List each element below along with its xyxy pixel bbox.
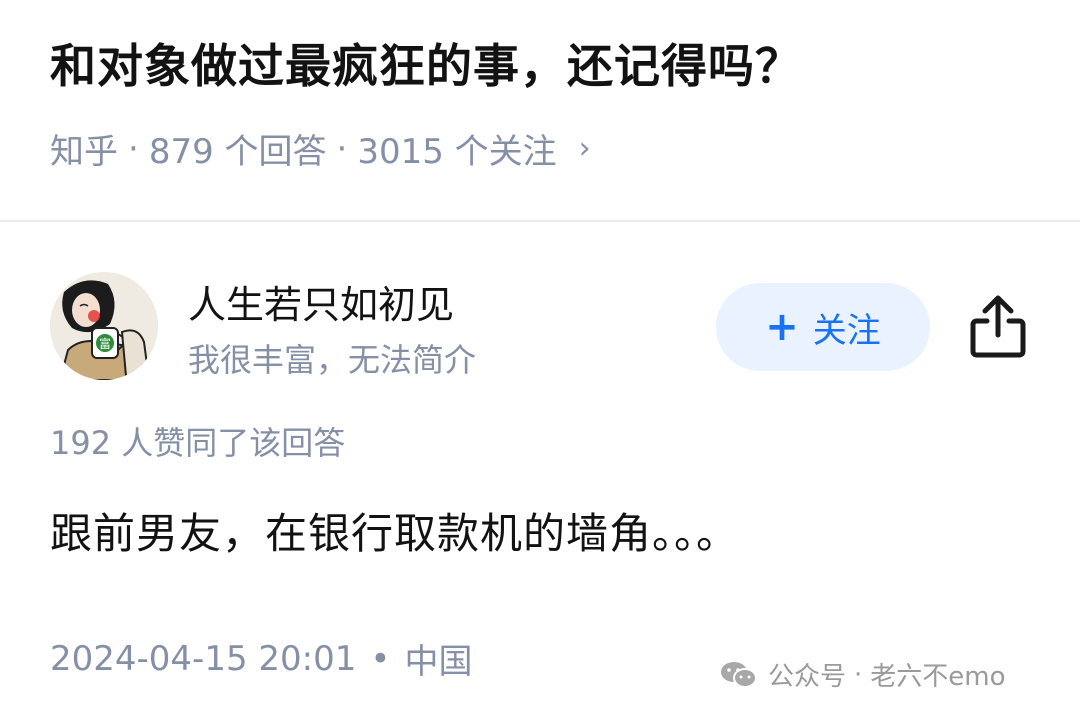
footer-separator: • [370,638,391,679]
share-icon [970,295,1026,358]
wechat-icon [720,660,758,690]
author-bio: 我很丰富，无法简介 [188,341,477,379]
chevron-right-icon: › [578,131,591,166]
meta-separator: · [128,128,139,169]
question-meta[interactable]: 知乎 · 879 个回答 · 3015 个关注 › [50,124,591,173]
followers-count: 3015 个关注 [357,132,557,172]
watermark-label: 公众号 [768,662,847,692]
watermark: 公众号 · 老六不emo [720,656,1006,693]
avatar[interactable]: 富 [50,272,158,380]
answers-count: 879 个回答 [148,132,327,172]
follow-button[interactable]: + 关注 [716,283,930,371]
answer-location: 中国 [404,642,473,682]
follow-label: 关注 [812,310,881,351]
plus-icon: + [765,304,799,350]
question-title[interactable]: 和对象做过最疯狂的事，还记得吗？ [50,30,802,96]
avatar-illustration-icon: 富 [50,272,158,380]
answer-page: 和对象做过最疯狂的事，还记得吗？ 知乎 · 879 个回答 · 3015 个关注… [0,0,1080,716]
share-button[interactable] [966,290,1030,362]
divider [0,220,1080,222]
source-label: 知乎 [50,132,118,172]
vote-info: 192 人赞同了该回答 [50,424,346,462]
meta-separator: · [336,128,348,169]
mug-text: 富 [99,336,111,351]
answer-footer: 2024-04-15 20:01 • 中国 [50,634,472,683]
watermark-account: 老六不emo [870,662,1006,692]
author-name[interactable]: 人生若只如初见 [188,274,454,329]
answer-content[interactable]: 跟前男友，在银行取款机的墙角。。。 [50,500,739,561]
watermark-separator: · [854,659,863,690]
answer-date: 2024-04-15 20:01 [50,638,357,679]
